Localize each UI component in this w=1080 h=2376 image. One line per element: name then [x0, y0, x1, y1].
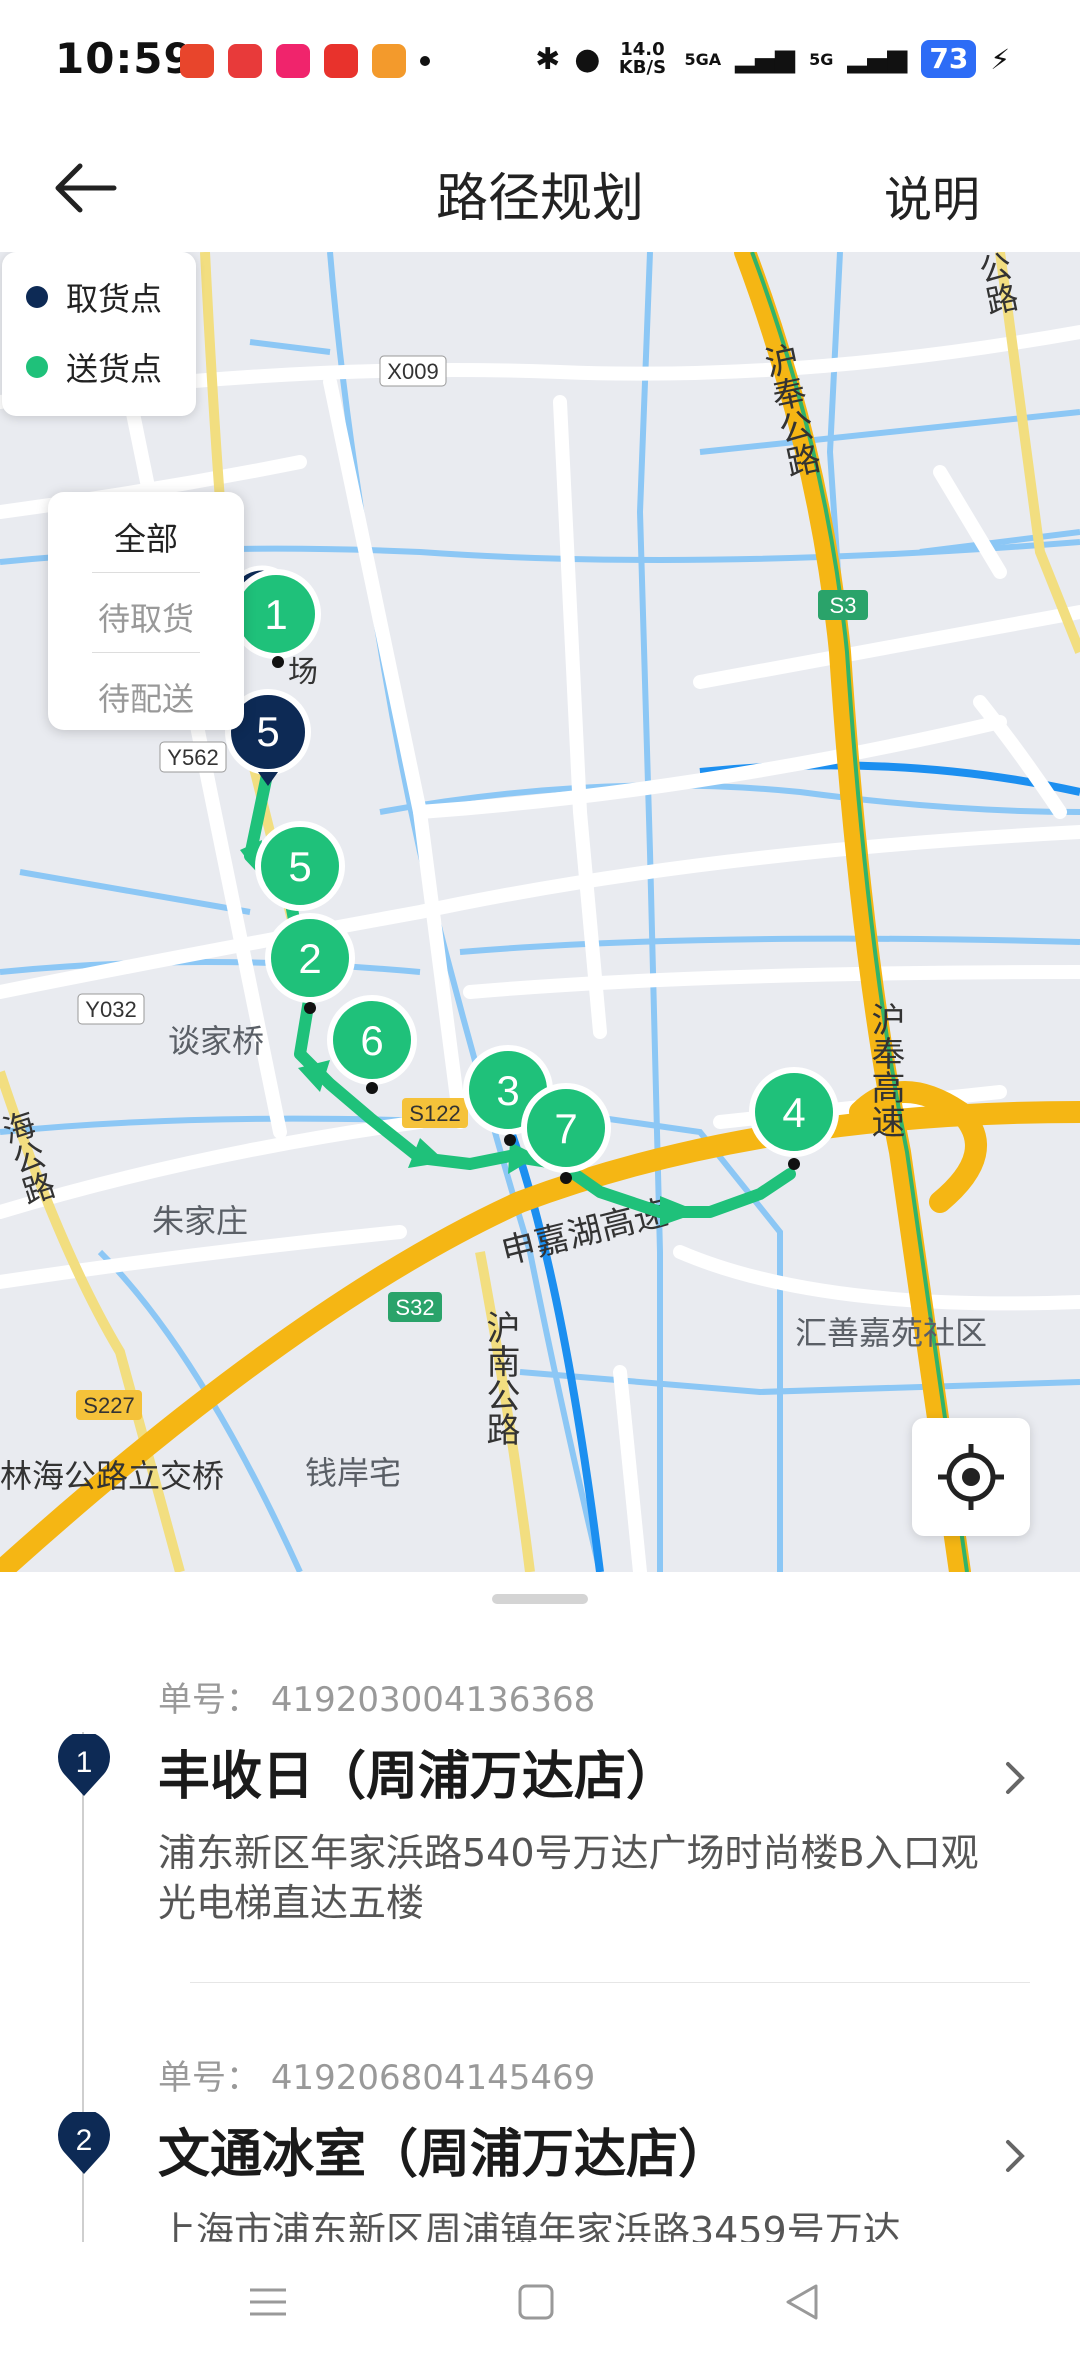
- signal-2-label: 5G: [809, 49, 834, 69]
- delivery-marker-4: 4: [749, 1067, 839, 1170]
- order-number-label: 单号：: [158, 1680, 260, 1720]
- y032-label: Y032: [85, 997, 136, 1022]
- delivery-dot-icon: [26, 356, 48, 378]
- huishan-label: 汇善嘉苑社区: [795, 1315, 987, 1351]
- filter-divider: [92, 572, 200, 573]
- qianan-label: 钱岸宅: [305, 1455, 401, 1491]
- tanjiaqiao-label: 谈家桥: [168, 1023, 264, 1059]
- app-notification-icon: [180, 44, 214, 78]
- home-icon[interactable]: [516, 2282, 556, 2322]
- store-address: 上海市浦东新区周浦镇年家浜路3459号万达: [158, 2209, 901, 2242]
- delivery-marker-5: 5: [255, 821, 345, 911]
- delivery-marker-label: 2: [298, 935, 321, 982]
- hunan-road-label: 沪南公路: [481, 1310, 519, 1446]
- chang-label: 场: [288, 656, 318, 689]
- hufeng-highway-label: 沪奉高速: [866, 1002, 904, 1138]
- store-address: 浦东新区年家浜路540号万达广场时尚楼B入口观光电梯直达五楼: [158, 1831, 979, 1925]
- locate-crosshair-icon: [938, 1444, 1004, 1510]
- order-list-sheet[interactable]: 单号： 419203004136368 1 丰收日（周浦万达店） 浦东新区年家浜…: [0, 1572, 1080, 2242]
- legend-pickup-label: 取货点: [66, 280, 163, 318]
- more-dot-icon: [420, 56, 430, 66]
- app-notification-icon: [372, 44, 406, 78]
- app-notification-icon: [228, 44, 262, 78]
- locate-button[interactable]: [912, 1418, 1030, 1536]
- bluetooth-icon: ✱: [535, 41, 561, 77]
- hai-road-label: 海公路: [0, 1106, 59, 1209]
- status-right: ✱ ● 14.0 KB/S 5GA ▂▄▆ 5G ▂▄▆ 73 ⚡: [535, 40, 1010, 78]
- chevron-right-icon: [1006, 2140, 1025, 2172]
- delivery-marker-label: 3: [496, 1067, 519, 1114]
- sequence-pin-icon: 2: [58, 2112, 110, 2174]
- y562-label: Y562: [167, 745, 218, 770]
- order-number-value: 419203004136368: [270, 1680, 596, 1720]
- order-number: 单号： 419206804145469: [158, 2050, 595, 2099]
- system-nav-bar: [0, 2242, 1080, 2376]
- pickup-marker-label: 5: [256, 708, 279, 755]
- map-canvas: X009 S3 Y562 Y032 S122 S32 S227 谈家桥 朱家庄 …: [0, 252, 1080, 1572]
- linhai-label: 林海公路立交桥: [0, 1458, 224, 1494]
- legend-delivery-label: 送货点: [66, 350, 163, 388]
- signal-1-label: 5GA: [684, 49, 722, 69]
- delivery-marker-label: 7: [554, 1105, 577, 1152]
- legend-delivery: 送货点: [26, 344, 162, 390]
- top-road-label: 公路: [972, 252, 1021, 319]
- delivery-marker-2: 2: [265, 913, 355, 1014]
- signal-icon: ▂▄▆: [735, 44, 796, 74]
- store-name: 文通冰室（周浦万达店）: [158, 2125, 731, 2185]
- delivery-marker-label: 4: [782, 1089, 805, 1136]
- status-time: 10:59: [55, 34, 194, 83]
- sequence-pin-label: 2: [76, 2124, 93, 2157]
- delivery-marker-6: 6: [327, 995, 417, 1094]
- filter-all[interactable]: 全部: [48, 514, 244, 560]
- delivery-marker-label: 5: [288, 843, 311, 890]
- zhujiazhuang-label: 朱家庄: [152, 1203, 248, 1239]
- delivery-marker-label: 6: [360, 1017, 383, 1064]
- charging-icon: ⚡: [990, 42, 1010, 76]
- delivery-marker-1: 1: [231, 569, 321, 668]
- help-button[interactable]: 说明: [884, 160, 980, 230]
- filter-divider: [92, 652, 200, 653]
- s3-label: S3: [830, 593, 857, 618]
- order-filter: 全部 待取货 待配送: [48, 492, 244, 730]
- battery-level: 73: [921, 40, 977, 78]
- order-number-value: 419206804145469: [270, 2058, 596, 2098]
- order-divider: [190, 1982, 1030, 1983]
- signal-icon: ▂▄▆: [847, 44, 908, 74]
- back-nav-icon[interactable]: [782, 2282, 822, 2322]
- delivery-marker-label: 1: [264, 591, 287, 638]
- menu-icon[interactable]: [248, 2282, 288, 2322]
- pickup-dot-icon: [26, 286, 48, 308]
- sequence-pin-icon: 1: [58, 1734, 110, 1796]
- map-legend: 取货点 送货点: [2, 252, 196, 416]
- filter-to-pickup[interactable]: 待取货: [48, 594, 244, 640]
- store-name: 丰收日（周浦万达店）: [158, 1747, 679, 1807]
- delivery-marker-group: 1 5 2 6 3 7 4: [231, 569, 839, 1184]
- app-header: 路径规划 说明: [0, 128, 1080, 252]
- x009-label: X009: [387, 359, 438, 384]
- location-icon: ●: [574, 41, 601, 77]
- route-map[interactable]: X009 S3 Y562 Y032 S122 S32 S227 谈家桥 朱家庄 …: [0, 252, 1080, 1572]
- s32-label: S32: [395, 1295, 434, 1320]
- network-speed: 14.0 KB/S: [618, 39, 667, 78]
- s122-label: S122: [409, 1101, 460, 1126]
- sequence-pin-label: 1: [76, 1746, 93, 1779]
- legend-pickup: 取货点: [26, 274, 162, 320]
- app-notification-icon: [276, 44, 310, 78]
- sheet-drag-handle[interactable]: [492, 1594, 588, 1604]
- order-number: 单号： 419203004136368: [158, 1672, 595, 1721]
- filter-to-deliver[interactable]: 待配送: [48, 674, 244, 720]
- app-notification-icon: [324, 44, 358, 78]
- notification-icons: [180, 44, 430, 78]
- order-number-label: 单号：: [158, 2058, 260, 2098]
- chevron-right-icon: [1006, 1762, 1025, 1794]
- status-bar: 10:59 ✱ ● 14.0 KB/S 5GA ▂▄▆ 5G ▂▄▆ 73 ⚡: [0, 0, 1080, 128]
- water-layer: [0, 252, 1080, 1572]
- s227-label: S227: [83, 1393, 134, 1418]
